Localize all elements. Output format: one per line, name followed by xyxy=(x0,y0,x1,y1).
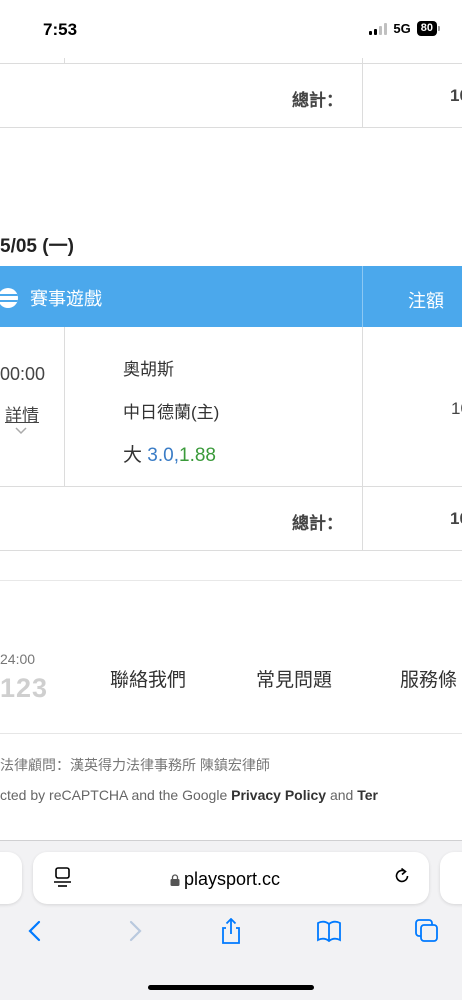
total-value: 10 xyxy=(450,509,462,528)
home-indicator xyxy=(148,985,314,990)
bookmarks-icon[interactable] xyxy=(316,918,342,944)
total-value: 10 xyxy=(450,86,462,105)
pick-odds: 1.88 xyxy=(179,445,216,466)
tabs-icon[interactable] xyxy=(414,918,440,944)
recaptcha-notice: cted by reCAPTCHA and the Google Privacy… xyxy=(0,787,378,803)
status-time: 7:53 xyxy=(43,20,78,39)
terms-of-service-link[interactable]: Ter xyxy=(357,787,378,803)
previous-tab-pill[interactable] xyxy=(0,852,22,904)
game-time: 00:00 xyxy=(0,364,46,384)
table-divider xyxy=(64,327,65,486)
battery-tip xyxy=(438,26,440,31)
header-divider xyxy=(362,266,363,327)
recaptcha-text: cted by reCAPTCHA and the Google xyxy=(0,787,232,803)
table-divider xyxy=(362,486,363,550)
forward-icon[interactable] xyxy=(122,918,148,944)
share-icon[interactable] xyxy=(218,918,244,944)
faq-link[interactable]: 常見問題 xyxy=(256,665,332,692)
phone-number: 123 xyxy=(0,673,49,703)
pick-line: 大 3.0,1.88 xyxy=(123,440,216,467)
section-divider xyxy=(0,580,462,581)
date-heading: 5/05 (一) xyxy=(0,236,74,257)
detail-link[interactable]: 詳情 xyxy=(5,401,39,426)
url-text: playsport.cc xyxy=(184,869,281,889)
bet-amount: 10 xyxy=(451,399,462,418)
team-home: 中日德蘭(主) xyxy=(123,403,220,422)
status-indicators: 5G 80 xyxy=(369,21,440,36)
legal-advisor: 法律顧問：漢英得力法律事務所 陳鎮宏律師 xyxy=(0,757,270,773)
game-header: 賽事遊戲 xyxy=(0,285,102,311)
terms-link[interactable]: 服務條 xyxy=(400,665,457,692)
footer-divider xyxy=(0,733,462,734)
reload-icon[interactable] xyxy=(392,866,412,886)
page-menu-icon[interactable] xyxy=(54,867,72,887)
table-rule xyxy=(0,486,462,487)
back-icon[interactable] xyxy=(22,918,48,944)
toolbar-divider xyxy=(0,840,462,841)
url-display[interactable]: playsport.cc xyxy=(170,869,280,890)
table-divider xyxy=(362,63,363,127)
total-label: 總計： xyxy=(292,91,343,110)
pick-label: 大 xyxy=(123,445,143,466)
pick-line-value: 3.0, xyxy=(147,445,179,466)
network-type: 5G xyxy=(393,21,411,36)
table-divider xyxy=(362,327,363,486)
privacy-policy-link[interactable]: Privacy Policy xyxy=(231,787,326,803)
table-rule xyxy=(0,550,462,551)
game-header-label: 賽事遊戲 xyxy=(30,289,102,309)
chevron-down-icon[interactable] xyxy=(15,425,27,437)
next-tab-pill[interactable] xyxy=(440,852,462,904)
lock-icon xyxy=(170,873,180,886)
total-label: 總計： xyxy=(292,514,343,533)
table-rule xyxy=(0,127,462,128)
recaptcha-and: and xyxy=(326,787,358,803)
service-hours: 24:00 xyxy=(0,651,36,667)
contact-link[interactable]: 聯絡我們 xyxy=(110,665,186,692)
team-away: 奧胡斯 xyxy=(123,360,174,379)
bet-header-label: 注額 xyxy=(408,291,444,311)
signal-icon xyxy=(369,22,388,35)
battery-icon: 80 xyxy=(416,21,437,36)
coins-icon xyxy=(0,288,18,308)
table-rule xyxy=(0,63,462,64)
